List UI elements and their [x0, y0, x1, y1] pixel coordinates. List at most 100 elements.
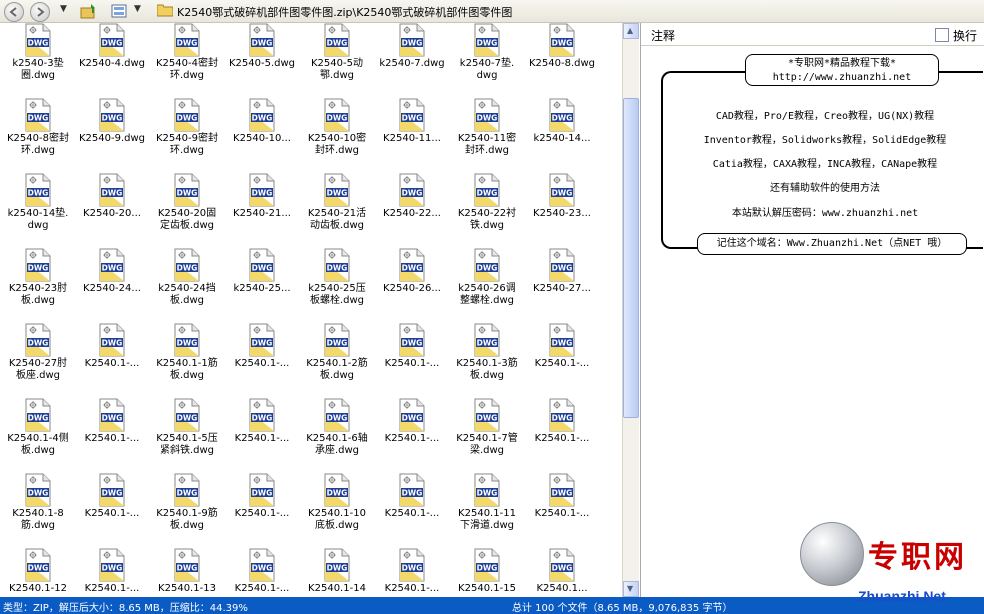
- file-item[interactable]: DWG K2540.1-4侧 板.dwg: [0, 398, 76, 457]
- file-item[interactable]: DWG K2540.1-6轴 承座.dwg: [299, 398, 375, 457]
- file-item[interactable]: DWG K2540.1-1筋 板.dwg: [149, 323, 225, 382]
- file-item[interactable]: DWG K2540-22...: [374, 173, 450, 220]
- file-item[interactable]: DWG K2540.1-14: [299, 548, 375, 595]
- file-item[interactable]: DWG K2540-9密封 环.dwg: [149, 98, 225, 157]
- file-item[interactable]: DWG k2540-14垫. dwg: [0, 173, 76, 232]
- file-item[interactable]: DWG K2540.1-12: [0, 548, 76, 595]
- note-line: Inventor教程，Solidworks教程，SolidEdge教程: [703, 135, 947, 146]
- file-name: K2540-5.dwg: [228, 58, 296, 69]
- file-item[interactable]: DWG K2540.1-3筋 板.dwg: [449, 323, 525, 382]
- svg-text:DWG: DWG: [327, 114, 348, 123]
- file-name: k2540-24挡 板.dwg: [158, 283, 216, 306]
- svg-text:DWG: DWG: [177, 414, 198, 423]
- file-name: K2540-4密封 环.dwg: [156, 58, 218, 81]
- svg-text:DWG: DWG: [28, 114, 49, 123]
- file-item[interactable]: DWG K2540-23...: [524, 173, 600, 220]
- file-item[interactable]: DWG K2540-8.dwg: [524, 23, 600, 70]
- file-item[interactable]: DWG K2540.1...: [524, 548, 600, 595]
- file-item[interactable]: DWG K2540.1-5压 紧斜铁.dwg: [149, 398, 225, 457]
- view-mode-icon[interactable]: [110, 2, 128, 20]
- file-item[interactable]: DWG K2540.1-...: [374, 323, 450, 370]
- wrap-checkbox[interactable]: [935, 28, 949, 42]
- svg-text:DWG: DWG: [102, 264, 123, 273]
- dwg-file-icon: DWG: [398, 248, 426, 282]
- file-item[interactable]: DWG k2540-25...: [224, 248, 300, 295]
- svg-text:DWG: DWG: [102, 39, 123, 48]
- file-item[interactable]: DWG K2540-22衬 铁.dwg: [449, 173, 525, 232]
- file-name: K2540-20固 定齿板.dwg: [157, 208, 217, 231]
- file-item[interactable]: DWG k2540-3垫 圈.dwg: [0, 23, 76, 82]
- file-item[interactable]: DWG K2540.1-...: [224, 398, 300, 445]
- file-item[interactable]: DWG K2540.1-...: [374, 548, 450, 595]
- file-item[interactable]: DWG K2540-11...: [374, 98, 450, 145]
- file-name: K2540-10...: [233, 133, 291, 144]
- dwg-file-icon: DWG: [548, 473, 576, 507]
- svg-text:DWG: DWG: [252, 114, 273, 123]
- file-item[interactable]: DWG K2540.1-...: [224, 323, 300, 370]
- file-item[interactable]: DWG k2540-7垫. dwg: [449, 23, 525, 82]
- file-item[interactable]: DWG k2540-24挡 板.dwg: [149, 248, 225, 307]
- file-name: K2540-20...: [83, 208, 141, 219]
- file-item[interactable]: DWG K2540-8密封 环.dwg: [0, 98, 76, 157]
- history-dropdown-icon[interactable]: ▼: [60, 4, 67, 14]
- svg-text:DWG: DWG: [402, 114, 423, 123]
- scroll-thumb[interactable]: [623, 98, 639, 418]
- address-bar[interactable]: K2540鄂式破碎机部件图零件图.zip\K2540鄂式破碎机部件图零件图: [155, 2, 715, 19]
- file-name: K2540.1-...: [234, 508, 290, 519]
- file-item[interactable]: DWG K2540.1-...: [374, 398, 450, 445]
- file-name: K2540.1-4侧 板.dwg: [7, 433, 69, 456]
- vertical-scrollbar[interactable]: ▲ ▼: [622, 23, 639, 597]
- file-item[interactable]: DWG K2540.1-...: [524, 473, 600, 520]
- file-item[interactable]: DWG K2540-4密封 环.dwg: [149, 23, 225, 82]
- file-item[interactable]: DWG K2540-26...: [374, 248, 450, 295]
- file-item[interactable]: DWG K2540.1-...: [374, 473, 450, 520]
- file-item[interactable]: DWG K2540-9.dwg: [74, 98, 150, 145]
- file-item[interactable]: DWG k2540-7.dwg: [374, 23, 450, 70]
- file-item[interactable]: DWG K2540.1-9筋 板.dwg: [149, 473, 225, 532]
- file-item[interactable]: DWG K2540-24...: [74, 248, 150, 295]
- file-item[interactable]: DWG K2540.1-8 筋.dwg: [0, 473, 76, 532]
- svg-text:DWG: DWG: [552, 564, 573, 573]
- file-item[interactable]: DWG K2540-5动 鄂.dwg: [299, 23, 375, 82]
- back-arrow-icon[interactable]: [4, 2, 24, 22]
- file-name: K2540-10密 封环.dwg: [307, 133, 367, 156]
- svg-text:DWG: DWG: [102, 489, 123, 498]
- scroll-down-button[interactable]: ▼: [623, 581, 639, 597]
- file-item[interactable]: DWG K2540.1-...: [74, 548, 150, 595]
- dwg-file-icon: DWG: [248, 248, 276, 282]
- file-item[interactable]: DWG K2540-10密 封环.dwg: [299, 98, 375, 157]
- file-item[interactable]: DWG K2540.1-...: [224, 473, 300, 520]
- file-item[interactable]: DWG K2540-21...: [224, 173, 300, 220]
- file-item[interactable]: DWG K2540.1-...: [74, 323, 150, 370]
- file-item[interactable]: DWG K2540.1-...: [524, 398, 600, 445]
- file-item[interactable]: DWG K2540.1-10 底板.dwg: [299, 473, 375, 532]
- file-item[interactable]: DWG K2540.1-...: [224, 548, 300, 595]
- view-dropdown-icon[interactable]: ▼: [134, 4, 141, 14]
- file-item[interactable]: DWG K2540.1-13: [149, 548, 225, 595]
- file-item[interactable]: DWG K2540-20固 定齿板.dwg: [149, 173, 225, 232]
- file-item[interactable]: DWG K2540.1-...: [74, 398, 150, 445]
- file-item[interactable]: DWG K2540.1-7管 梁.dwg: [449, 398, 525, 457]
- file-item[interactable]: DWG K2540-20...: [74, 173, 150, 220]
- file-item[interactable]: DWG K2540-21活 动齿板.dwg: [299, 173, 375, 232]
- file-item[interactable]: DWG K2540-5.dwg: [224, 23, 300, 70]
- file-item[interactable]: DWG k2540-25压 板螺栓.dwg: [299, 248, 375, 307]
- file-item[interactable]: DWG K2540.1-...: [524, 323, 600, 370]
- scroll-up-button[interactable]: ▲: [623, 23, 639, 39]
- file-item[interactable]: DWG K2540-23肘 板.dwg: [0, 248, 76, 307]
- file-item[interactable]: DWG K2540-27...: [524, 248, 600, 295]
- file-list[interactable]: DWG k2540-3垫 圈.dwg DWG K2540-4.dwg DWG K2540-4…: [0, 23, 622, 597]
- folder-up-icon[interactable]: [80, 2, 98, 20]
- forward-arrow-icon[interactable]: [30, 2, 50, 22]
- file-item[interactable]: DWG K2540-4.dwg: [74, 23, 150, 70]
- file-item[interactable]: DWG k2540-14...: [524, 98, 600, 145]
- file-item[interactable]: DWG K2540.1-...: [74, 473, 150, 520]
- file-item[interactable]: DWG k2540-26调 整螺栓.dwg: [449, 248, 525, 307]
- file-item[interactable]: DWG K2540.1-2筋 板.dwg: [299, 323, 375, 382]
- file-item[interactable]: DWG K2540-10...: [224, 98, 300, 145]
- file-name: K2540.1-...: [234, 583, 290, 594]
- file-item[interactable]: DWG K2540.1-11 下滑道.dwg: [449, 473, 525, 532]
- file-item[interactable]: DWG K2540-27肘 板座.dwg: [0, 323, 76, 382]
- file-item[interactable]: DWG K2540-11密 封环.dwg: [449, 98, 525, 157]
- file-item[interactable]: DWG K2540.1-15: [449, 548, 525, 595]
